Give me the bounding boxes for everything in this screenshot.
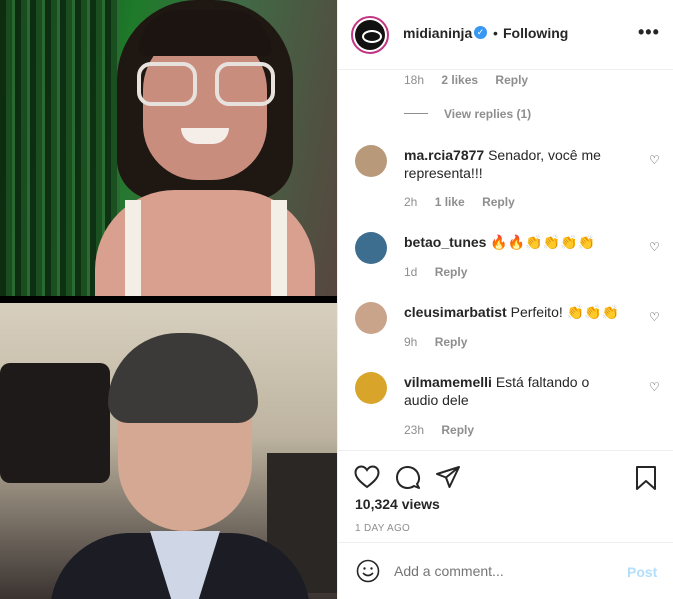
view-replies-line [404,113,428,114]
commenter-avatar[interactable] [355,145,387,177]
comment-like-heart-icon[interactable]: ♡ [649,240,660,254]
post-comment-button[interactable]: Post [627,564,657,580]
post-header: midianinja ✓ • Following ••• [338,0,673,70]
reply-button[interactable]: Reply [435,265,468,279]
video-frame-bottom [0,303,337,599]
comment-likes[interactable]: 2 likes [441,73,478,87]
comment-text: Perfeito! 👏👏👏 [510,304,619,320]
reply-button[interactable]: Reply [435,335,468,349]
video-frame-top [0,0,337,296]
comment-time: 2h [404,195,418,209]
post-date: 1 DAY AGO [355,523,411,534]
profile-avatar[interactable] [351,16,389,54]
post-sidebar: midianinja ✓ • Following ••• 18h 2 likes… [337,0,673,599]
comment-username[interactable]: cleusimarbatist [404,304,507,320]
comment-likes[interactable]: 1 like [435,195,465,209]
bookmark-icon[interactable] [635,465,657,491]
reply-button[interactable]: Reply [495,73,528,87]
video-media[interactable] [0,0,337,599]
reply-button[interactable]: Reply [482,195,515,209]
woman-speaker [95,0,315,296]
commenter-avatar[interactable] [355,372,387,404]
comment-username[interactable]: ma.rcia7877 [404,147,484,163]
add-comment-bar: Post [338,542,673,599]
view-replies-button[interactable]: View replies (1) [444,107,531,121]
separator-dot: • [493,25,498,41]
smiley-icon[interactable] [356,559,380,583]
comment-like-heart-icon[interactable]: ♡ [649,153,660,167]
comment-text: 🔥🔥👏👏👏👏 [490,234,595,250]
commenter-avatar[interactable] [355,302,387,334]
man-speaker [50,333,310,599]
view-count[interactable]: 10,324 views [355,496,440,512]
share-icon[interactable] [435,465,461,489]
comment-like-heart-icon[interactable]: ♡ [649,380,660,394]
previous-comment-meta: 18h 2 likes Reply [404,73,528,87]
comment-time: 9h [404,335,418,349]
following-button[interactable]: Following [503,25,568,41]
comment-time: 1d [404,265,418,279]
heart-icon[interactable] [354,465,380,489]
action-bar: 10,324 views 1 DAY AGO [338,450,673,550]
comment-username[interactable]: betao_tunes [404,234,486,250]
more-options-icon[interactable]: ••• [638,22,660,43]
verified-badge-icon: ✓ [474,26,487,39]
reply-button[interactable]: Reply [441,423,474,437]
comment-like-heart-icon[interactable]: ♡ [649,310,660,324]
profile-username[interactable]: midianinja [403,25,472,41]
comment-icon[interactable] [395,465,421,491]
comment-username[interactable]: vilmamemelli [404,374,492,390]
comment-time: 18h [404,73,425,87]
commenter-avatar[interactable] [355,232,387,264]
add-comment-input[interactable] [394,563,614,579]
comment-time: 23h [404,423,425,437]
